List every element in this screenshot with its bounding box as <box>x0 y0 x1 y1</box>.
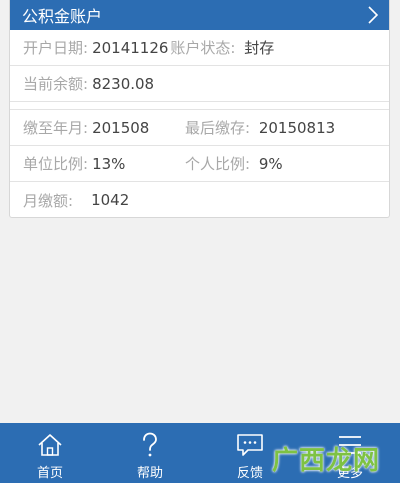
open-date-label: 开户日期: <box>23 39 89 57</box>
open-date-value: 20141126 <box>92 38 169 57</box>
status-value: 封存 <box>244 39 275 57</box>
personal-ratio-label: 个人比例: <box>185 155 251 173</box>
tab-home-label: 首页 <box>36 466 63 481</box>
screen: 公积金账户 开户日期: 20141126 账户状态: 封存 当前余额: 8230… <box>0 0 400 483</box>
unit-ratio-label: 单位比例: <box>23 155 89 173</box>
paid-to-value: 201508 <box>92 118 150 137</box>
personal-ratio-value: 9% <box>258 155 283 173</box>
chevron-right-icon[interactable] <box>367 5 379 25</box>
status-group: 账户状态: 封存 <box>170 37 274 58</box>
balance-value: 8230.08 <box>92 74 155 93</box>
monthly-row: 月缴额: 1042 <box>10 182 389 217</box>
account-card-header[interactable]: 公积金账户 <box>10 0 389 30</box>
status-label: 账户状态: <box>170 39 236 57</box>
personal-ratio-group: 个人比例: 9% <box>185 153 283 174</box>
balance-label: 当前余额: <box>23 75 89 93</box>
question-icon <box>140 432 160 458</box>
last-deposit-group: 最后缴存: 20150813 <box>185 117 335 138</box>
home-icon <box>37 432 63 458</box>
account-card: 公积金账户 开户日期: 20141126 账户状态: 封存 当前余额: 8230… <box>9 0 390 218</box>
monthly-value: 1042 <box>91 191 130 209</box>
open-date-row: 开户日期: 20141126 账户状态: 封存 <box>10 30 389 66</box>
account-card-title: 公积金账户 <box>22 7 103 26</box>
last-deposit-value: 20150813 <box>258 119 336 137</box>
tab-home[interactable]: 首页 <box>0 423 100 483</box>
tab-help[interactable]: 帮助 <box>100 423 200 483</box>
tab-help-label: 帮助 <box>136 466 163 481</box>
tab-feedback-label: 反馈 <box>236 466 263 481</box>
last-deposit-label: 最后缴存: <box>185 119 251 137</box>
monthly-label: 月缴额: <box>23 191 74 210</box>
paid-to-label: 缴至年月: <box>23 119 89 137</box>
paid-to-row: 缴至年月: 201508 最后缴存: 20150813 <box>10 110 389 146</box>
bottom-tab-bar: 首页 帮助 反馈 更多 广西龙网 <box>0 423 400 483</box>
ratio-row: 单位比例: 13% 个人比例: 9% <box>10 146 389 182</box>
watermark-logo: 广西龙网 <box>271 446 380 476</box>
balance-row: 当前余额: 8230.08 <box>10 66 389 102</box>
chat-bubble-icon <box>236 432 264 458</box>
unit-ratio-value: 13% <box>92 154 126 173</box>
section-gap <box>10 102 389 110</box>
